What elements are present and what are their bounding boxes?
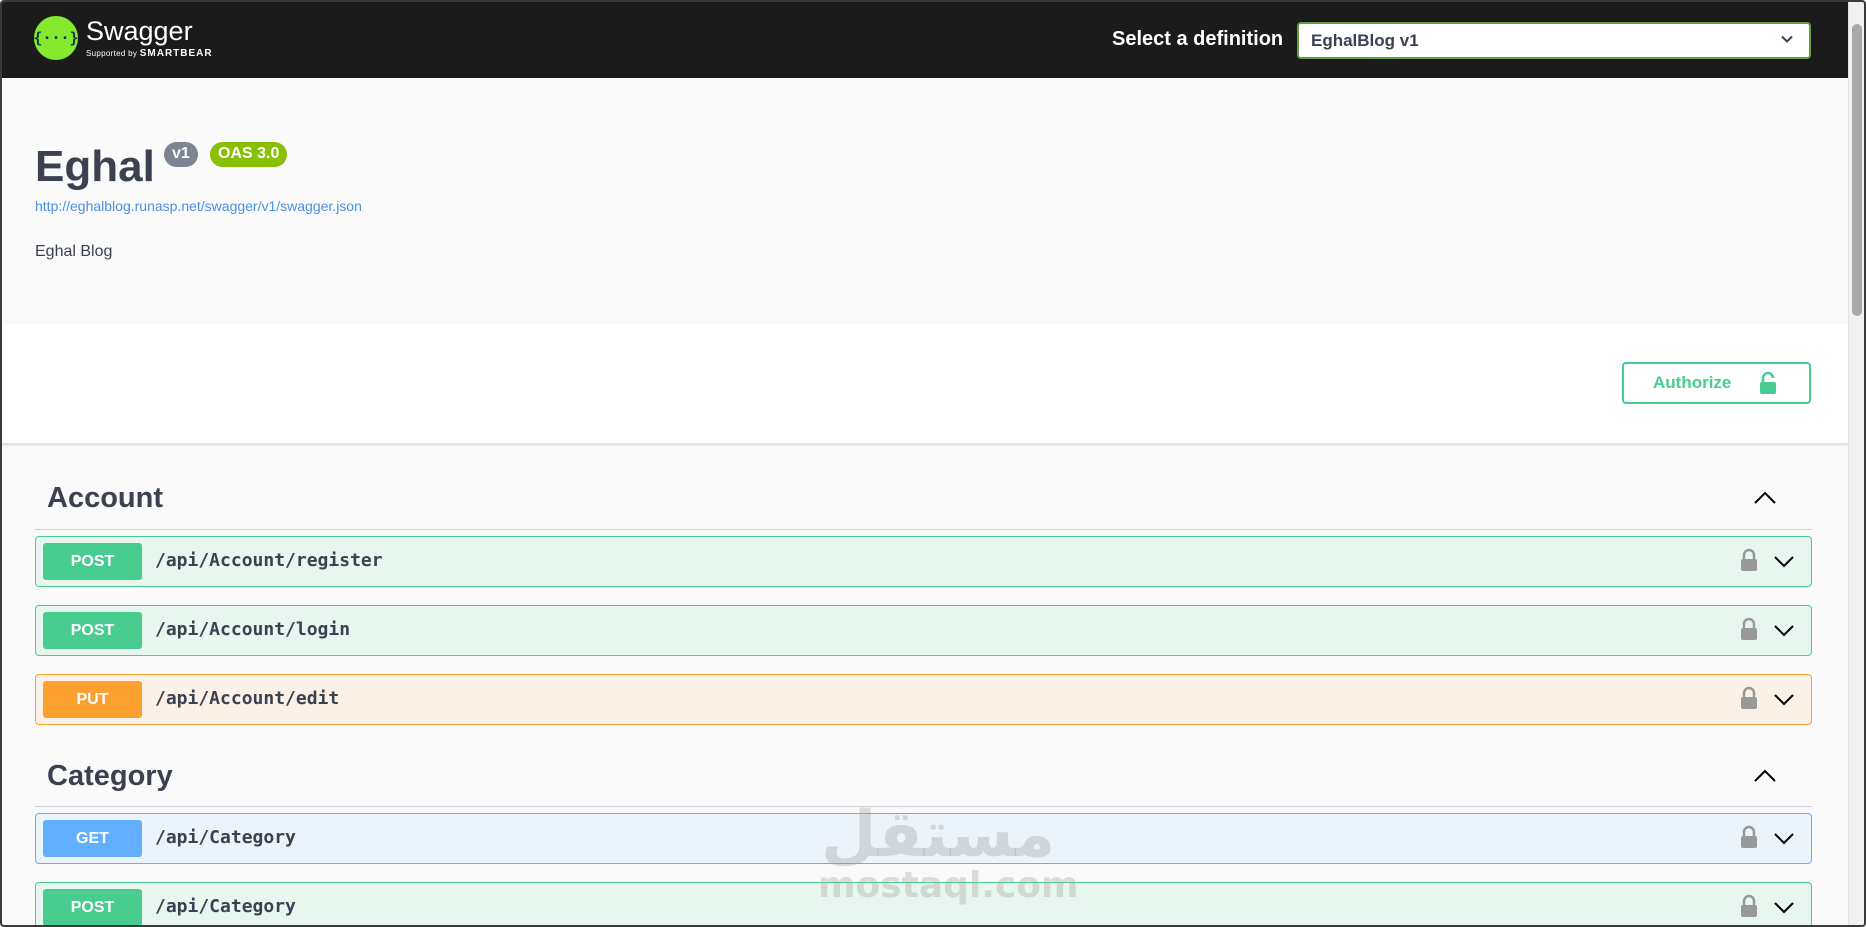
chevron-down-icon — [1781, 35, 1793, 43]
logo-title: Swagger — [86, 16, 193, 46]
method-badge: PUT — [43, 681, 142, 718]
logo-sub-brand: SMARTBEAR — [139, 48, 213, 59]
chevron-down-icon[interactable] — [1773, 619, 1795, 641]
unlock-icon — [1760, 371, 1777, 394]
logo-subtitle: Supported by SMARTBEAR — [86, 48, 213, 59]
chevron-down-icon[interactable] — [1773, 550, 1795, 572]
version-badge: v1 — [164, 142, 198, 167]
logo-sub-prefix: Supported by — [86, 49, 138, 58]
operation-path: /api/Account/login — [155, 619, 351, 640]
tag-title-account: Account — [47, 482, 163, 514]
browser-frame: {···} Swagger Supported by SMARTBEAR Sel… — [0, 0, 1866, 927]
tag-title-category: Category — [47, 760, 173, 792]
tag-category[interactable]: Category — [35, 750, 1812, 807]
chevron-up-icon — [1754, 769, 1776, 782]
topbar: {···} Swagger Supported by SMARTBEAR Sel… — [2, 2, 1864, 78]
operation-put-account-edit[interactable]: PUT /api/Account/edit — [35, 674, 1812, 725]
operation-path: /api/Account/register — [155, 550, 383, 571]
lock-icon[interactable] — [1740, 825, 1758, 849]
operation-post-account-login[interactable]: POST /api/Account/login — [35, 605, 1812, 656]
scheme-container: Authorize — [2, 324, 1848, 444]
operation-path: /api/Category — [155, 896, 296, 917]
tag-account[interactable]: Account — [35, 472, 1812, 530]
spec-url-link[interactable]: http://eghalblog.runasp.net/swagger/v1/s… — [35, 198, 362, 214]
chevron-down-icon[interactable] — [1773, 896, 1795, 918]
swagger-logo[interactable]: {···} Swagger Supported by SMARTBEAR — [33, 16, 213, 60]
chevron-up-icon — [1754, 491, 1776, 504]
chevron-down-icon[interactable] — [1773, 688, 1795, 710]
swagger-logo-icon: {···} — [33, 16, 79, 60]
vertical-scrollbar[interactable] — [1848, 2, 1864, 925]
definition-select[interactable]: EghalBlog v1 — [1297, 22, 1811, 59]
operation-post-category[interactable]: POST /api/Category — [35, 882, 1812, 925]
chevron-down-icon[interactable] — [1773, 827, 1795, 849]
api-description: Eghal Blog — [35, 243, 113, 260]
method-badge: GET — [43, 820, 142, 857]
method-badge: POST — [43, 889, 142, 925]
info-section: Eghal v1 OAS 3.0 http://eghalblog.runasp… — [2, 78, 1848, 324]
authorize-button[interactable]: Authorize — [1622, 362, 1811, 404]
lock-icon[interactable] — [1740, 617, 1758, 641]
operation-post-account-register[interactable]: POST /api/Account/register — [35, 536, 1812, 587]
lock-icon[interactable] — [1740, 894, 1758, 918]
lock-icon[interactable] — [1740, 548, 1758, 572]
operation-get-category[interactable]: GET /api/Category — [35, 813, 1812, 864]
method-badge: POST — [43, 543, 142, 580]
operation-path: /api/Account/edit — [155, 688, 340, 709]
scrollbar-thumb[interactable] — [1852, 24, 1862, 316]
oas-badge: OAS 3.0 — [210, 142, 288, 167]
lock-icon[interactable] — [1740, 686, 1758, 710]
api-title: Eghal — [35, 142, 155, 191]
definition-label: Select a definition — [1112, 28, 1284, 50]
authorize-label: Authorize — [1653, 373, 1732, 392]
definition-selected-value: EghalBlog v1 — [1311, 31, 1419, 50]
operation-path: /api/Category — [155, 827, 296, 848]
method-badge: POST — [43, 612, 142, 649]
